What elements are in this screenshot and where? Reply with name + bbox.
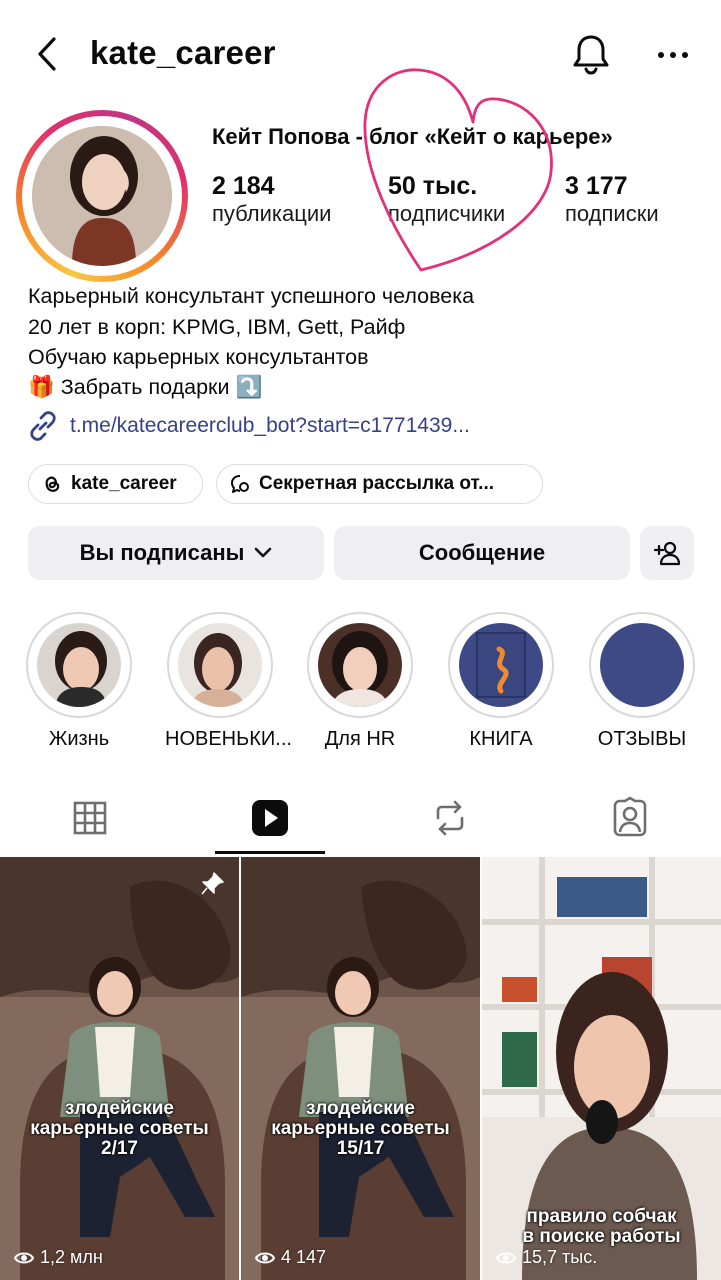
reel-tile[interactable]: правило собчак в поиске работы 15,7 тыс. [482, 857, 721, 1280]
bio-line: 20 лет в корп: KPMG, IBM, Gett, Райф [28, 315, 406, 339]
highlight-item[interactable]: Для HR [305, 612, 415, 751]
followers-label: подписчики [388, 201, 506, 226]
reel-views-count: 4 147 [281, 1247, 327, 1267]
threads-chip[interactable]: kate_career [28, 464, 203, 504]
reels-icon [252, 800, 288, 836]
grid-icon [73, 801, 107, 835]
suggest-people-button[interactable] [640, 526, 694, 580]
reel-caption: правило собчак в поиске работы [482, 1207, 721, 1247]
reel-views-count: 1,2 млн [40, 1247, 103, 1267]
highlight-label: НОВЕНЬКИ... [165, 728, 292, 750]
reel-caption: злодейские карьерные советы 2/17 [0, 1099, 239, 1159]
highlight-cover [318, 623, 402, 707]
reel-caption-line: злодейские [65, 1098, 174, 1119]
chevron-down-icon [255, 547, 272, 558]
profile-display-name: Кейт Попова - блог «Кейт о карьере» [212, 124, 613, 149]
highlight-label: КНИГА [469, 728, 533, 750]
followers-count: 50 тыс. [388, 172, 478, 200]
posts-stat[interactable]: 2 184 публикации [212, 172, 331, 227]
highlight-item[interactable]: КНИГА [446, 612, 556, 751]
tagged-icon [613, 796, 647, 837]
bio-link-text: t.me/katecareerclub_bot?start=c1771439..… [70, 414, 470, 437]
pin-icon [201, 872, 224, 895]
highlight-label: Жизнь [48, 728, 110, 750]
reel-caption-line: злодейские [306, 1098, 415, 1119]
bio-line[interactable]: 🎁 Забрать подарки ⤵️ [28, 372, 262, 403]
bell-icon [573, 35, 609, 75]
channel-icon [231, 475, 249, 493]
reposts-icon [436, 800, 464, 836]
chevron-left-icon [38, 37, 56, 71]
posts-count: 2 184 [212, 172, 275, 200]
tab-reels[interactable] [250, 796, 290, 840]
reel-tile[interactable]: злодейские карьерные советы 2/17 1,2 млн [0, 857, 239, 1280]
reel-caption-line: в поиске работы [522, 1226, 681, 1247]
message-button-label: Сообщение [418, 540, 546, 565]
following-stat[interactable]: 3 177 подписки [565, 172, 659, 227]
reel-views: 15,7 тыс. [496, 1247, 597, 1268]
link-icon [30, 411, 56, 441]
highlight-cover [459, 623, 543, 707]
active-tab-indicator [215, 851, 325, 854]
highlight-cover [178, 623, 262, 707]
reel-caption-line: правило собчак [526, 1206, 677, 1227]
threads-chip-label: kate_career [71, 473, 177, 494]
eye-icon [496, 1252, 516, 1263]
eye-icon [14, 1252, 34, 1263]
highlight-label: ОТЗЫВЫ [597, 728, 687, 750]
add-person-icon [653, 541, 681, 566]
following-button[interactable]: Вы подписаны [28, 526, 324, 580]
highlight-item[interactable]: ОТЗЫВЫ [587, 612, 697, 751]
followers-stat[interactable]: 50 тыс. подписчики [388, 172, 505, 227]
reel-thumbnail [0, 857, 239, 1280]
tab-tagged[interactable] [610, 796, 650, 840]
highlight-item[interactable]: Жизнь [24, 612, 134, 751]
profile-username: kate_career [90, 34, 276, 71]
following-button-label: Вы подписаны [79, 540, 245, 565]
reel-caption: злодейские карьерные советы 15/17 [241, 1099, 480, 1159]
following-label: подписки [565, 201, 659, 226]
more-options-button[interactable] [655, 40, 691, 70]
bio-line: Карьерный консультант успешного человека [28, 284, 475, 308]
channel-chip-label: Секретная рассылка от... [259, 473, 494, 494]
heart-annotation-icon [363, 68, 553, 272]
eye-icon [255, 1252, 275, 1263]
highlight-item[interactable]: НОВЕНЬКИ... [165, 612, 292, 751]
reel-views: 1,2 млн [14, 1247, 103, 1268]
tab-grid[interactable] [70, 796, 110, 840]
reel-caption-line: карьерные советы [271, 1118, 450, 1139]
more-dots-icon [658, 52, 688, 58]
highlight-label: Для HR [324, 728, 396, 750]
reel-views-count: 15,7 тыс. [522, 1247, 598, 1267]
channel-chip[interactable]: Секретная рассылка от... [216, 464, 543, 504]
avatar-story-ring[interactable] [16, 110, 188, 282]
posts-label: публикации [212, 201, 332, 226]
back-button[interactable] [30, 34, 70, 74]
message-button[interactable]: Сообщение [334, 526, 630, 580]
reel-views: 4 147 [255, 1247, 326, 1268]
reel-caption-line: карьерные советы [30, 1118, 209, 1139]
following-count: 3 177 [565, 172, 628, 200]
reel-caption-line: 15/17 [336, 1138, 385, 1159]
highlight-cover [600, 623, 684, 707]
tab-reposts[interactable] [430, 796, 470, 840]
reel-thumbnail [241, 857, 480, 1280]
bio-link[interactable]: t.me/katecareerclub_bot?start=c1771439..… [28, 411, 470, 441]
reel-tile[interactable]: злодейские карьерные советы 15/17 4 147 [241, 857, 480, 1280]
threads-icon [45, 476, 60, 492]
reel-caption-line: 2/17 [101, 1138, 138, 1159]
avatar [32, 126, 172, 266]
highlight-cover [37, 623, 121, 707]
notifications-button[interactable] [570, 32, 612, 76]
bio-line: Обучаю карьерных консультантов [28, 345, 369, 369]
